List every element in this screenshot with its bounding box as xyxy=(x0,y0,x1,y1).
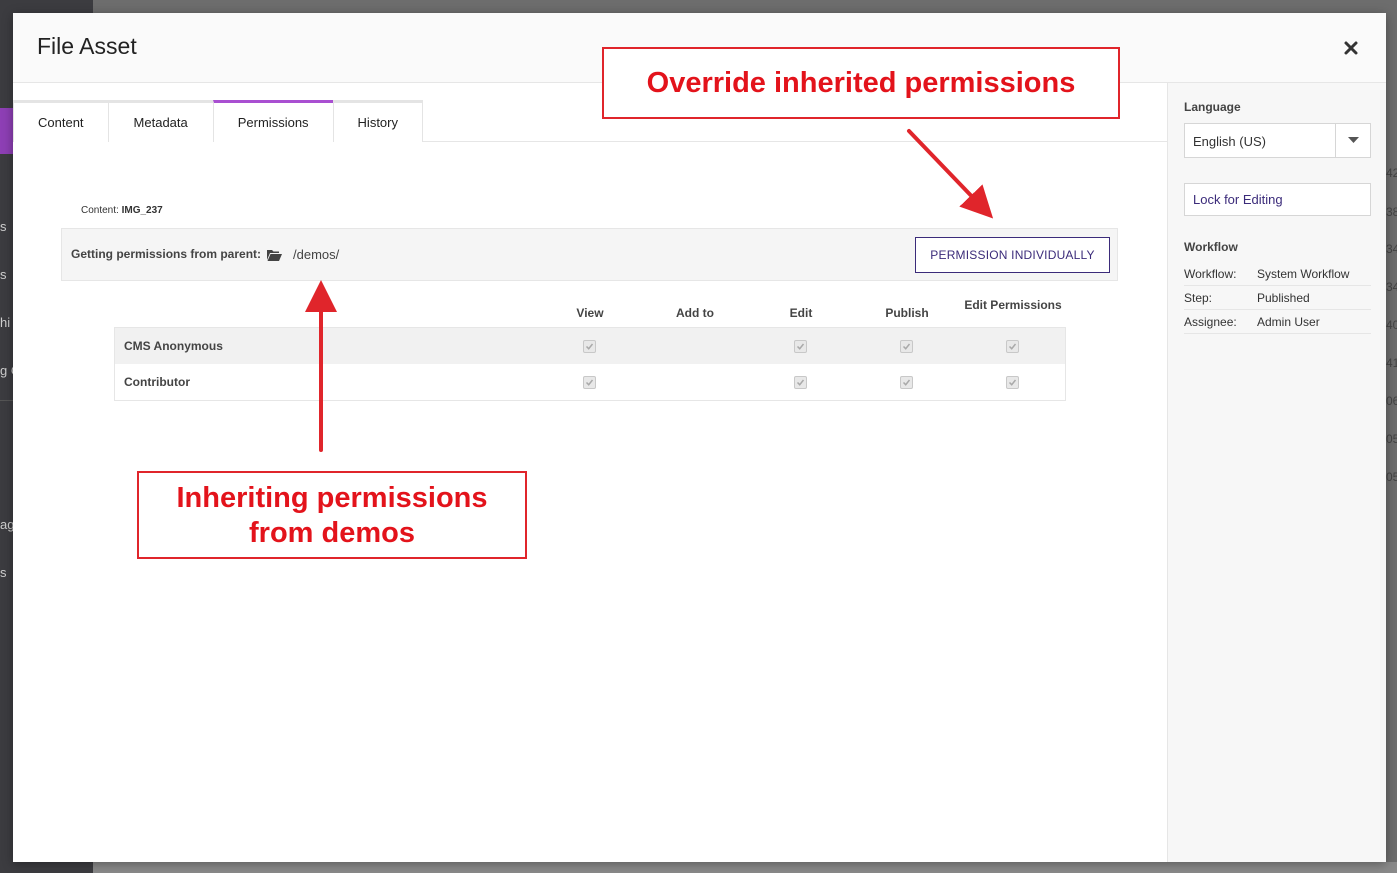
background-text-fragment: 06 xyxy=(1386,394,1397,408)
assignee-key: Assignee: xyxy=(1184,315,1237,329)
background-text-fragment: s xyxy=(0,565,7,580)
background-text-fragment: s xyxy=(0,267,7,282)
background-divider xyxy=(0,400,13,401)
tab-permissions[interactable]: Permissions xyxy=(212,100,334,142)
assignee-row: Assignee: Admin User xyxy=(1184,310,1371,334)
lock-for-editing-button[interactable]: Lock for Editing xyxy=(1184,183,1371,216)
inherited-permissions-bar: Getting permissions from parent: /demos/… xyxy=(61,228,1118,281)
background-text-fragment: ag xyxy=(0,517,13,532)
background-text-fragment: 40 xyxy=(1386,318,1397,332)
background-text-fragment: 41 xyxy=(1386,356,1397,370)
tab-content[interactable]: Content xyxy=(13,100,109,142)
workflow-key: Workflow: xyxy=(1184,267,1237,281)
language-value: English (US) xyxy=(1193,134,1266,149)
background-text-fragment: 42 xyxy=(1386,166,1397,180)
column-edit-permissions: Edit Permissions xyxy=(964,298,1062,312)
override-callout: Override inherited permissions xyxy=(602,47,1120,119)
parent-label: Getting permissions from parent: xyxy=(71,247,262,261)
parent-path: /demos/ xyxy=(293,247,340,262)
step-value: Published xyxy=(1257,291,1310,305)
background-active-indicator xyxy=(0,108,13,154)
content-prefix: Content: xyxy=(81,205,119,216)
role-name: Contributor xyxy=(124,375,190,389)
role-name: CMS Anonymous xyxy=(124,339,223,353)
step-key: Step: xyxy=(1184,291,1213,305)
workflow-value: System Workflow xyxy=(1257,267,1350,281)
language-select[interactable]: English (US) xyxy=(1184,123,1371,158)
tab-metadata[interactable]: Metadata xyxy=(107,100,214,142)
checkbox-edit-permissions[interactable] xyxy=(1006,340,1019,353)
background-text-fragment: 05 xyxy=(1386,432,1397,446)
background-text-fragment: 05 xyxy=(1386,470,1397,484)
chevron-down-icon[interactable] xyxy=(1335,124,1371,157)
permissions-table: CMS Anonymous Contributor xyxy=(114,327,1066,401)
folder-open-icon xyxy=(267,248,282,261)
background-text-fragment: 38 xyxy=(1386,205,1397,219)
table-row: CMS Anonymous xyxy=(115,328,1065,364)
permission-individually-button[interactable]: PERMISSION INDIVIDUALLY xyxy=(915,237,1110,273)
column-publish: Publish xyxy=(885,306,929,320)
file-asset-modal: File Asset Content Metadata Permissions … xyxy=(13,13,1386,862)
assignee-value: Admin User xyxy=(1257,315,1320,329)
checkbox-view[interactable] xyxy=(583,340,596,353)
checkbox-edit-permissions[interactable] xyxy=(1006,376,1019,389)
content-identifier: Content: IMG_237 xyxy=(81,205,163,216)
checkbox-view[interactable] xyxy=(583,376,596,389)
background-text-fragment: g O xyxy=(0,363,13,378)
background-page-strip xyxy=(93,862,1397,873)
inherit-callout-line: Inheriting permissions xyxy=(176,482,488,514)
column-view: View xyxy=(576,306,604,320)
modal-title: File Asset xyxy=(37,33,137,59)
inherit-callout: Inheriting permissions from demos xyxy=(137,471,527,559)
properties-sidebar: Language English (US) Lock for Editing W… xyxy=(1167,83,1386,862)
close-icon[interactable] xyxy=(1342,39,1360,57)
tab-history[interactable]: History xyxy=(332,100,423,142)
language-heading: Language xyxy=(1184,100,1241,114)
checkbox-publish[interactable] xyxy=(900,376,913,389)
column-add-to: Add to xyxy=(676,306,714,320)
content-name: IMG_237 xyxy=(121,205,163,216)
background-text-fragment: 34 xyxy=(1386,280,1397,294)
background-text-fragment: 34 xyxy=(1386,242,1397,256)
table-row: Contributor xyxy=(115,364,1065,400)
step-row: Step: Published xyxy=(1184,286,1371,310)
checkbox-edit[interactable] xyxy=(794,340,807,353)
workflow-row: Workflow: System Workflow xyxy=(1184,262,1371,286)
checkbox-publish[interactable] xyxy=(900,340,913,353)
background-text-fragment: hi xyxy=(0,315,11,330)
workflow-heading: Workflow xyxy=(1184,240,1238,254)
column-edit: Edit xyxy=(789,306,813,320)
background-text-fragment: s xyxy=(0,219,7,234)
inherit-callout-line: from demos xyxy=(249,517,415,549)
checkbox-edit[interactable] xyxy=(794,376,807,389)
